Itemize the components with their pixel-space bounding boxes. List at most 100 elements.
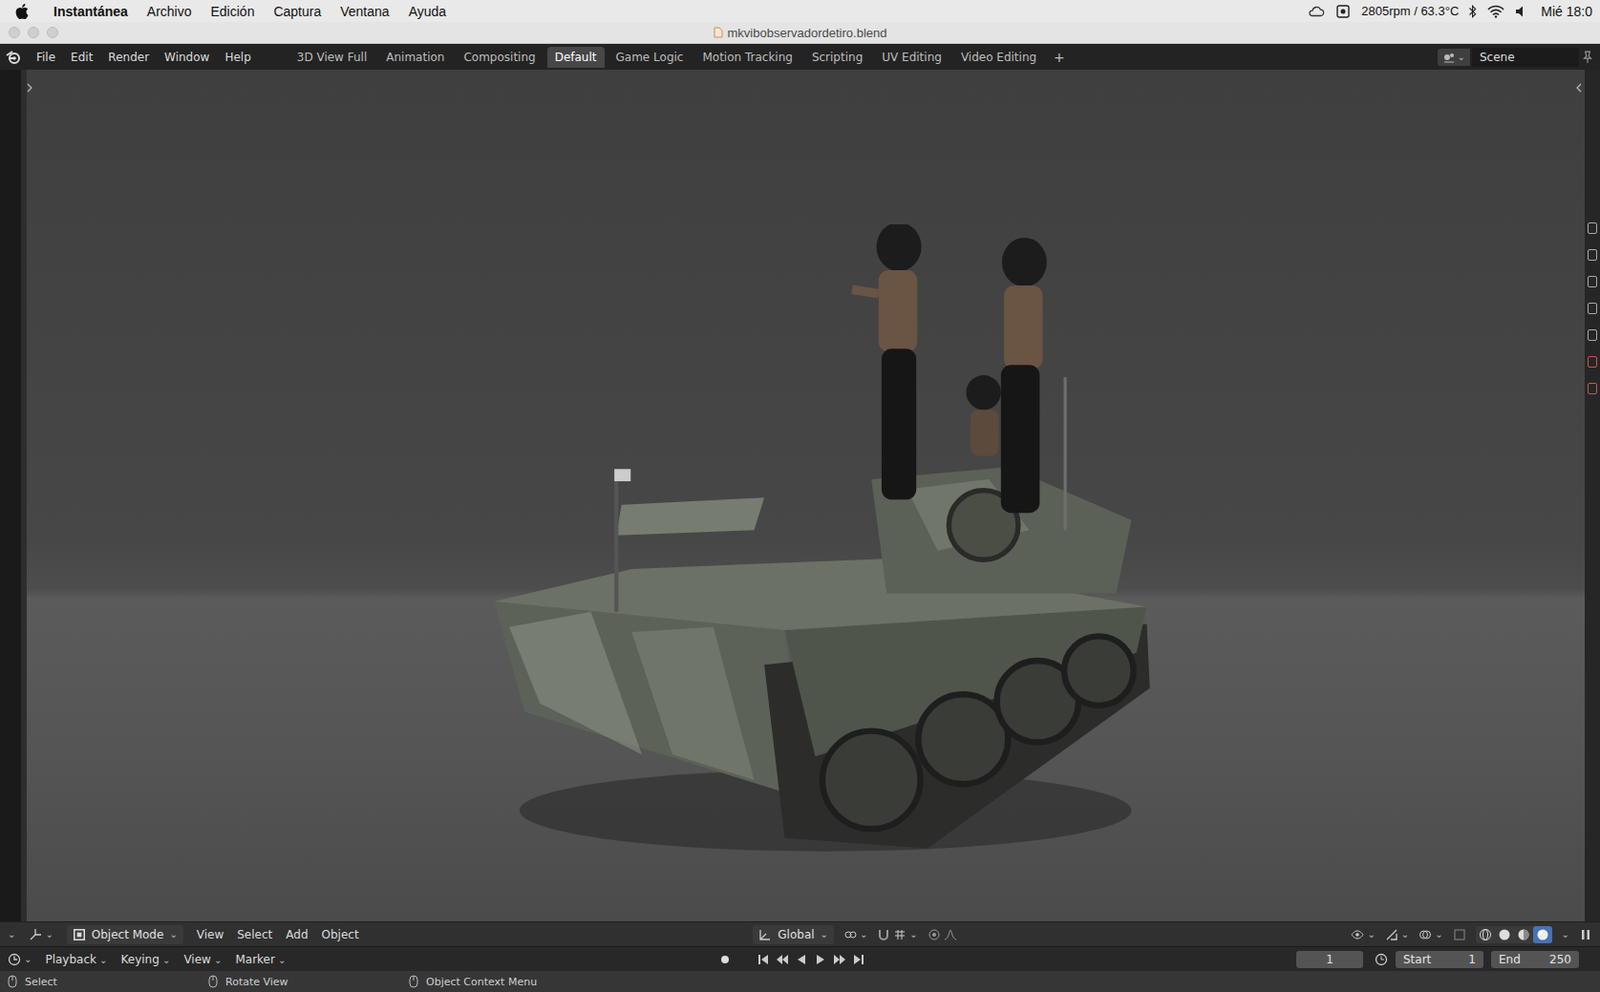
viewport-menu-item[interactable]: Object: [321, 928, 360, 942]
collapse-arrow-icon[interactable]: ⌄: [7, 929, 16, 940]
texture-tab-icon[interactable]: [1587, 383, 1598, 395]
mac-menu-item[interactable]: Archivo: [147, 3, 192, 20]
zoom-button[interactable]: [46, 26, 59, 39]
workspace-tab[interactable]: Scripting: [804, 46, 871, 68]
window-title-bar: mkvibobservadordetiro.blend: [0, 21, 1600, 44]
sidebar-arrow-icon[interactable]: [1575, 83, 1583, 93]
start-frame-field[interactable]: Start 1: [1395, 951, 1484, 969]
constraint-tab-icon[interactable]: [1587, 356, 1598, 368]
auto-keying-button[interactable]: [716, 951, 734, 969]
workspace-tab[interactable]: Default: [547, 46, 605, 68]
workspace-tab[interactable]: 3D View Full: [289, 46, 376, 68]
render-tab-icon[interactable]: [1587, 249, 1598, 261]
mode-dropdown[interactable]: Object Mode⌄: [66, 925, 184, 945]
shading-options-icon[interactable]: ⌄: [1561, 929, 1570, 940]
transform-controls: Global⌄ ⌄ ⌄: [752, 925, 957, 945]
jump-start-icon[interactable]: [756, 953, 770, 967]
workspace-tab[interactable]: Animation: [378, 46, 452, 68]
viewport-menu-item[interactable]: Add: [285, 928, 308, 942]
shading-button[interactable]: [1514, 926, 1534, 944]
view-layer-tab-icon[interactable]: [1587, 302, 1598, 315]
top-menu-item[interactable]: Render: [107, 50, 150, 64]
end-frame-field[interactable]: End250: [1491, 951, 1579, 969]
mac-menu-item[interactable]: Captura: [273, 3, 321, 20]
viewport-header: ⌄ ⌄ Object Mode⌄ View Select Add Object Global⌄…: [0, 921, 1600, 947]
workspace-tab[interactable]: Motion Tracking: [694, 46, 800, 68]
tank-model[interactable]: [478, 224, 1152, 857]
fan-icon[interactable]: [1334, 4, 1352, 19]
close-button[interactable]: [8, 26, 21, 39]
snap-button[interactable]: ⌄: [876, 928, 918, 942]
start-label: Start: [1403, 953, 1431, 967]
proportional-edit-button[interactable]: [927, 928, 958, 942]
mac-menu-item[interactable]: Ayuda: [408, 3, 447, 20]
top-menu-item[interactable]: Window: [164, 50, 210, 64]
snap-grid-icon: [893, 928, 907, 942]
scene-name-field[interactable]: Scene: [1472, 47, 1579, 67]
clock[interactable]: Mié 18:0: [1540, 3, 1593, 20]
app-menu[interactable]: Instantánea: [53, 3, 128, 20]
eye-icon: [1350, 928, 1365, 942]
shading-button[interactable]: [1475, 926, 1495, 944]
preview-range-icon[interactable]: [1374, 953, 1388, 967]
prev-keyframe-icon[interactable]: [775, 953, 790, 967]
scene-type-button[interactable]: ⌄: [1437, 48, 1471, 66]
workspace-tab[interactable]: Compositing: [455, 46, 543, 68]
pin-icon[interactable]: [1580, 50, 1595, 64]
play-icon[interactable]: [813, 953, 828, 967]
shading-button[interactable]: [1533, 926, 1553, 944]
apple-icon[interactable]: [15, 3, 29, 20]
workspace-tab[interactable]: UV Editing: [874, 46, 950, 68]
orientation-dropdown[interactable]: Global⌄: [752, 925, 834, 945]
viewport-menu-item[interactable]: Select: [236, 928, 273, 942]
pivot-button[interactable]: ⌄: [843, 928, 868, 942]
cloud-icon[interactable]: [1307, 4, 1325, 19]
workspace-tab[interactable]: Game Logic: [608, 46, 692, 68]
pause-render-button[interactable]: [1578, 928, 1593, 942]
gizmo-button[interactable]: ⌄: [1385, 928, 1409, 942]
editor-type-button[interactable]: ⌄: [28, 928, 53, 942]
fan-temperature[interactable]: 2805rpm / 63.3°C: [1361, 3, 1459, 19]
scene-icon: [1442, 50, 1456, 64]
magnet-icon: [876, 928, 891, 942]
window-title-text: mkvibobservadordetiro.blend: [727, 25, 888, 41]
timeline-menu-item[interactable]: Keying: [121, 953, 171, 967]
volume-icon[interactable]: [1514, 4, 1532, 19]
timeline-menu-item[interactable]: View: [183, 953, 222, 967]
workspace-tab[interactable]: Video Editing: [953, 46, 1045, 68]
expand-arrows-icon[interactable]: [26, 83, 33, 93]
gizmo-icon: [1385, 928, 1399, 942]
top-menu-item[interactable]: Help: [224, 50, 251, 64]
solid-sphere-icon: [1497, 928, 1512, 942]
timeline-menu-item[interactable]: Playback: [44, 953, 107, 967]
left-edge-strip: [0, 69, 27, 922]
top-menu-item[interactable]: Edit: [70, 50, 93, 64]
current-frame-field[interactable]: 1: [1296, 951, 1364, 969]
jump-end-icon[interactable]: [852, 953, 866, 967]
next-keyframe-icon[interactable]: [832, 953, 847, 967]
screen: Instantánea Archivo Edición Captura Ventana A…: [0, 0, 1600, 992]
end-label: End: [1498, 953, 1521, 967]
shading-button[interactable]: [1494, 926, 1515, 944]
tool-tab-icon[interactable]: [1587, 222, 1598, 235]
overlays-button[interactable]: ⌄: [1418, 928, 1443, 942]
timeline-editor-type-button[interactable]: ⌄: [7, 953, 32, 967]
viewport-menu-item[interactable]: View: [196, 928, 224, 942]
timeline-menu-item[interactable]: Marker: [234, 953, 286, 967]
output-tab-icon[interactable]: [1587, 276, 1598, 288]
object-tab-icon[interactable]: [1587, 329, 1598, 342]
add-workspace-button[interactable]: +: [1047, 47, 1071, 67]
wifi-icon[interactable]: [1487, 4, 1505, 19]
mac-menu-item[interactable]: Edición: [211, 3, 256, 20]
mac-menu-item[interactable]: Ventana: [340, 3, 389, 20]
top-menu-item[interactable]: File: [36, 50, 56, 64]
minimize-button[interactable]: [27, 26, 40, 39]
blender-logo-icon[interactable]: [5, 49, 22, 65]
start-value: 1: [1468, 953, 1476, 967]
3d-viewport[interactable]: [26, 69, 1585, 922]
visibility-button[interactable]: ⌄: [1350, 928, 1375, 942]
play-reverse-icon[interactable]: [794, 953, 809, 967]
mouse-icon: [208, 975, 218, 989]
xray-button[interactable]: [1452, 928, 1467, 942]
bluetooth-icon[interactable]: [1468, 4, 1478, 19]
